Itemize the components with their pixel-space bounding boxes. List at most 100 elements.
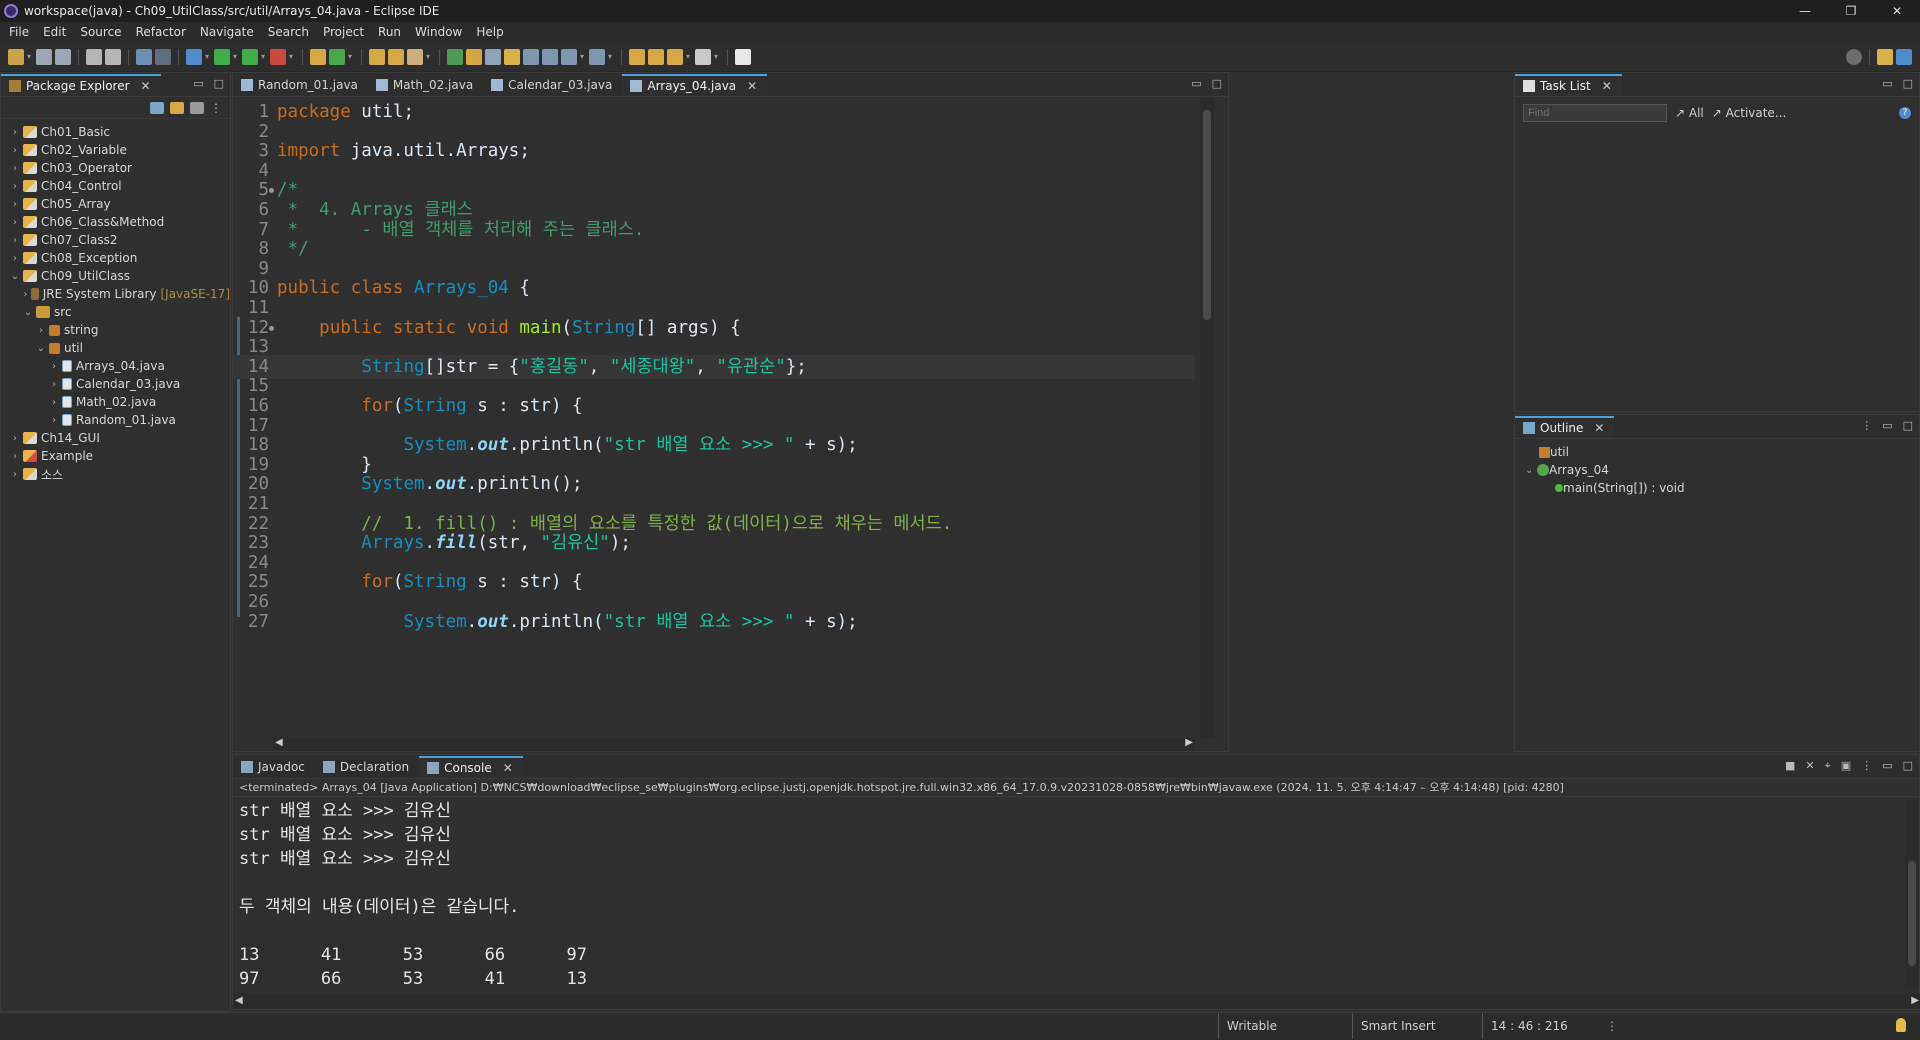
dropdown-icon[interactable]: ▾	[27, 49, 33, 65]
maximize-view-icon[interactable]: □	[1903, 759, 1913, 773]
chevron-right-icon[interactable]: ›	[9, 451, 21, 462]
redo-icon[interactable]	[105, 48, 121, 65]
tree-item[interactable]: › Ch01_Basic	[1, 123, 230, 141]
task-all-link[interactable]: ↗ All	[1675, 106, 1704, 120]
menu-search[interactable]: Search	[261, 25, 316, 39]
chevron-right-icon[interactable]: ›	[9, 145, 21, 156]
save-all-icon[interactable]	[55, 48, 71, 65]
tree-item[interactable]: › Ch04_Control	[1, 177, 230, 195]
tip-lightbulb-icon[interactable]	[1896, 1018, 1906, 1032]
minimize-view-icon[interactable]: ▭	[1882, 419, 1892, 432]
annotation-icon[interactable]	[561, 48, 577, 65]
tree-item[interactable]: › Arrays_04.java	[1, 357, 230, 375]
new-icon[interactable]	[8, 48, 24, 65]
code-editor[interactable]: 1 package util; 2 3 import java.util.Arrays;…	[233, 98, 1195, 726]
insert-mode-status[interactable]: Smart Insert	[1352, 1013, 1482, 1039]
task-activate-link[interactable]: ↗ Activate...	[1712, 106, 1787, 120]
minimize-button[interactable]: —	[1782, 0, 1828, 22]
word-wrap-icon[interactable]	[504, 48, 520, 65]
save-icon[interactable]	[36, 48, 52, 65]
block-selection-icon[interactable]	[485, 48, 501, 65]
tree-item[interactable]: ⌄ Ch09_UtilClass	[1, 267, 230, 285]
collapse-all-icon[interactable]	[150, 101, 164, 114]
tree-item[interactable]: › Ch08_Exception	[1, 249, 230, 267]
external-tools-icon[interactable]	[270, 48, 286, 65]
tree-item[interactable]: › Ch05_Array	[1, 195, 230, 213]
editor-tab-arrays-04-java[interactable]: Arrays_04.java ✕	[622, 74, 768, 96]
chevron-right-icon[interactable]: ›	[9, 433, 21, 444]
tree-item[interactable]: › Math_02.java	[1, 393, 230, 411]
tree-item[interactable]: › Ch03_Operator	[1, 159, 230, 177]
outline-item[interactable]: main(String[]) : void	[1515, 479, 1919, 497]
show-whitespace-icon[interactable]	[523, 48, 539, 65]
view-menu-icon[interactable]: ⋮	[210, 101, 222, 115]
chevron-right-icon[interactable]: ›	[9, 235, 21, 246]
help-icon[interactable]: ?	[1899, 107, 1911, 119]
console-vertical-scrollbar[interactable]	[1905, 799, 1919, 989]
tab-task-list[interactable]: Task List ✕	[1515, 74, 1622, 96]
task-find-input[interactable]	[1523, 104, 1667, 122]
tab-package-explorer[interactable]: Package Explorer ✕	[1, 74, 161, 96]
tree-item[interactable]: › Example	[1, 447, 230, 465]
close-icon[interactable]: ✕	[1594, 421, 1604, 435]
editor-tab-random-01-java[interactable]: Random_01.java	[233, 74, 368, 96]
tab-javadoc[interactable]: Javadoc	[233, 756, 315, 778]
view-menu-icon[interactable]: ⋮	[1861, 759, 1872, 773]
search-toolbar-icon[interactable]	[407, 48, 423, 65]
tab-outline[interactable]: Outline ✕	[1515, 416, 1615, 438]
editor-horizontal-scrollbar[interactable]: ◀ ▶	[273, 737, 1195, 751]
pilcrow-icon[interactable]	[542, 48, 558, 65]
filter-icon[interactable]	[190, 101, 204, 114]
fold-icon[interactable]	[269, 325, 274, 331]
code-line[interactable]: 27 System.out.println("str 배열 요소 >>> " +…	[233, 610, 1195, 634]
chevron-right-icon[interactable]: ›	[35, 325, 47, 336]
minimize-view-icon[interactable]: ▭	[193, 77, 203, 90]
link-with-editor-icon[interactable]	[170, 101, 184, 114]
close-icon[interactable]: ✕	[503, 761, 513, 775]
forward-edit-icon[interactable]	[648, 48, 664, 65]
chevron-right-icon[interactable]: ›	[48, 379, 60, 390]
maximize-view-icon[interactable]: □	[1903, 419, 1913, 432]
chevron-down-icon[interactable]: ⌄	[22, 307, 34, 318]
maximize-button[interactable]: ❐	[1828, 0, 1874, 22]
chevron-right-icon[interactable]: ›	[48, 397, 60, 408]
fold-icon[interactable]	[269, 188, 274, 194]
open-perspective-icon[interactable]	[1877, 48, 1893, 65]
pin-editor-icon[interactable]	[735, 48, 751, 65]
close-icon[interactable]: ✕	[1602, 79, 1612, 93]
scroll-left-icon[interactable]: ◀	[275, 737, 283, 748]
chevron-right-icon[interactable]: ›	[9, 127, 21, 138]
close-icon[interactable]: ✕	[747, 79, 757, 93]
terminal-icon[interactable]	[136, 48, 152, 65]
menu-source[interactable]: Source	[73, 25, 128, 39]
tree-item[interactable]: › Calendar_03.java	[1, 375, 230, 393]
outline-item[interactable]: util	[1515, 443, 1919, 461]
chevron-down-icon[interactable]: ⌄	[9, 271, 21, 282]
tab-console[interactable]: Console ✕	[419, 756, 523, 778]
scroll-left-icon[interactable]: ◀	[235, 995, 243, 1006]
chevron-right-icon[interactable]: ›	[9, 217, 21, 228]
next-annotation-icon[interactable]	[589, 48, 605, 65]
menu-file[interactable]: File	[2, 25, 36, 39]
last-edit-icon[interactable]	[629, 48, 645, 65]
scroll-right-icon[interactable]: ▶	[1185, 737, 1193, 748]
undo-icon[interactable]	[86, 48, 102, 65]
toggle-mark-occurrences-icon[interactable]	[447, 48, 463, 65]
java-perspective-icon[interactable]	[1896, 48, 1912, 65]
forward-icon[interactable]	[695, 48, 711, 65]
maximize-view-icon[interactable]: □	[1903, 77, 1913, 90]
tree-item[interactable]: › Ch14_GUI	[1, 429, 230, 447]
chevron-right-icon[interactable]: ›	[9, 181, 21, 192]
open-console-icon[interactable]: ▣	[1841, 759, 1851, 773]
skip-breakpoints-icon[interactable]	[155, 48, 171, 65]
chevron-right-icon[interactable]: ›	[48, 415, 60, 426]
open-type-icon[interactable]	[369, 48, 385, 65]
tab-declaration[interactable]: Declaration	[315, 756, 419, 778]
close-button[interactable]: ✕	[1874, 0, 1920, 22]
remove-launch-icon[interactable]: ✕	[1805, 759, 1814, 773]
menu-window[interactable]: Window	[408, 25, 469, 39]
tree-item[interactable]: ⌄ src	[1, 303, 230, 321]
outline-item[interactable]: ⌄ Arrays_04	[1515, 461, 1919, 479]
status-menu-icon[interactable]: ⋮	[1606, 1019, 1618, 1033]
menu-navigate[interactable]: Navigate	[193, 25, 261, 39]
